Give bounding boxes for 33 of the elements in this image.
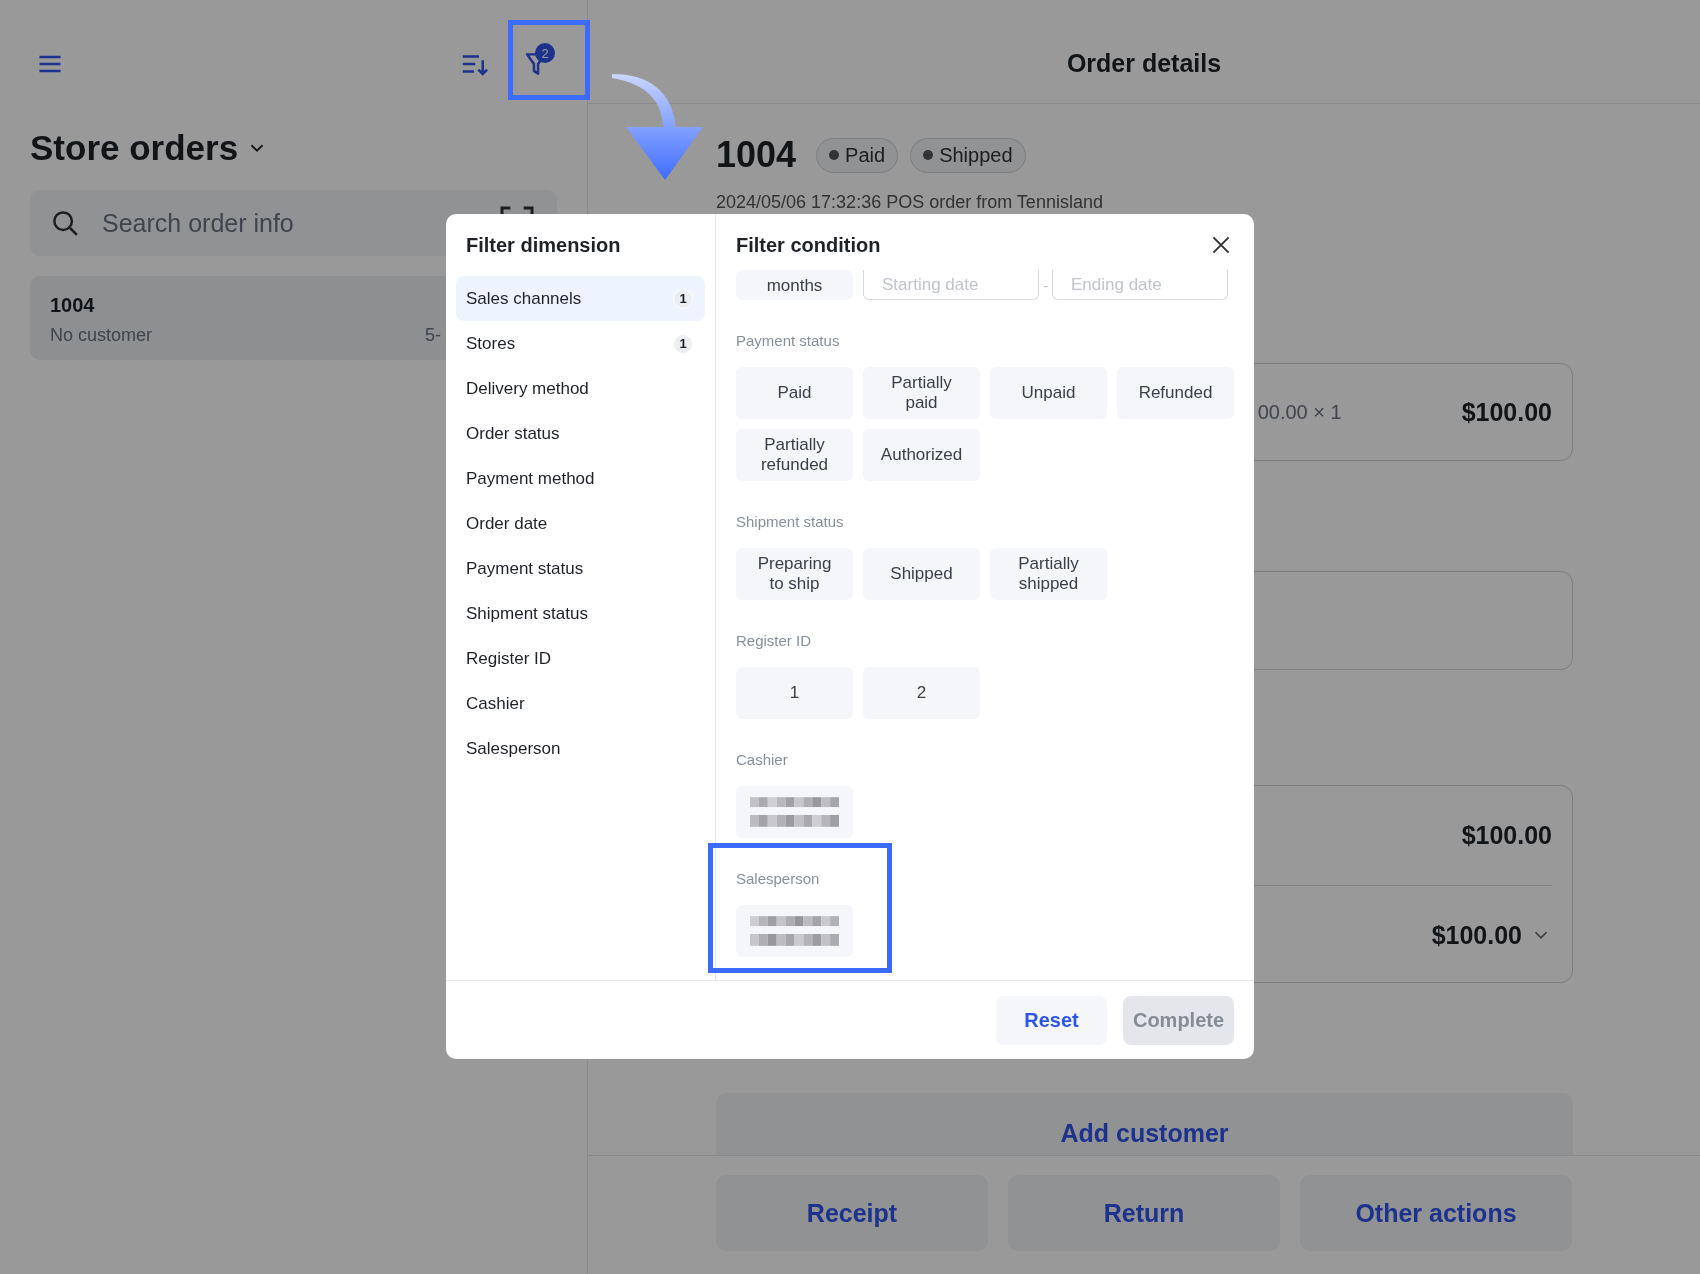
- dimension-label: Payment method: [466, 468, 595, 489]
- dimension-label: Register ID: [466, 648, 552, 669]
- customer-name: No customer: [50, 325, 153, 346]
- dimension-label: Order status: [466, 423, 560, 444]
- range-separator: -: [1043, 276, 1048, 294]
- order-number: 1004: [716, 134, 797, 176]
- dimension-label: Delivery method: [466, 378, 589, 399]
- unit-price: 00.00 × 1: [1257, 400, 1342, 424]
- section-label: Cashier: [736, 751, 789, 768]
- dimension-label: Payment status: [466, 558, 584, 579]
- line-total: $100.00: [1461, 397, 1552, 427]
- dimension-label: Shipment status: [466, 603, 588, 624]
- panel-title: Order details: [1066, 49, 1222, 78]
- section-label: Salesperson: [736, 870, 821, 887]
- dimension-label: Order date: [466, 513, 548, 534]
- badge-label: Shipped: [939, 143, 1013, 167]
- dimension-label: Salesperson: [466, 738, 561, 759]
- badge-label: Paid: [845, 143, 886, 167]
- amount: $100.00: [1461, 821, 1552, 850]
- dimension-label: Stores: [466, 333, 516, 354]
- count-badge: 1: [673, 333, 693, 354]
- section-label: Payment status: [736, 332, 841, 349]
- order-date: 5-: [425, 325, 441, 346]
- dimension-label: Cashier: [466, 693, 525, 714]
- order-number: 1004: [50, 294, 96, 317]
- section-label: Shipment status: [736, 513, 845, 530]
- section-label: Register ID: [736, 632, 813, 649]
- count-badge: 1: [673, 288, 693, 309]
- amount: $100.00: [1431, 920, 1522, 950]
- count-badge: 2: [535, 43, 555, 63]
- dialog-heading: Filter condition: [736, 232, 881, 258]
- order-meta: 2024/05/06 17:32:36 POS order from Tennisland: [716, 192, 1104, 213]
- page-title: Store orders: [30, 128, 239, 168]
